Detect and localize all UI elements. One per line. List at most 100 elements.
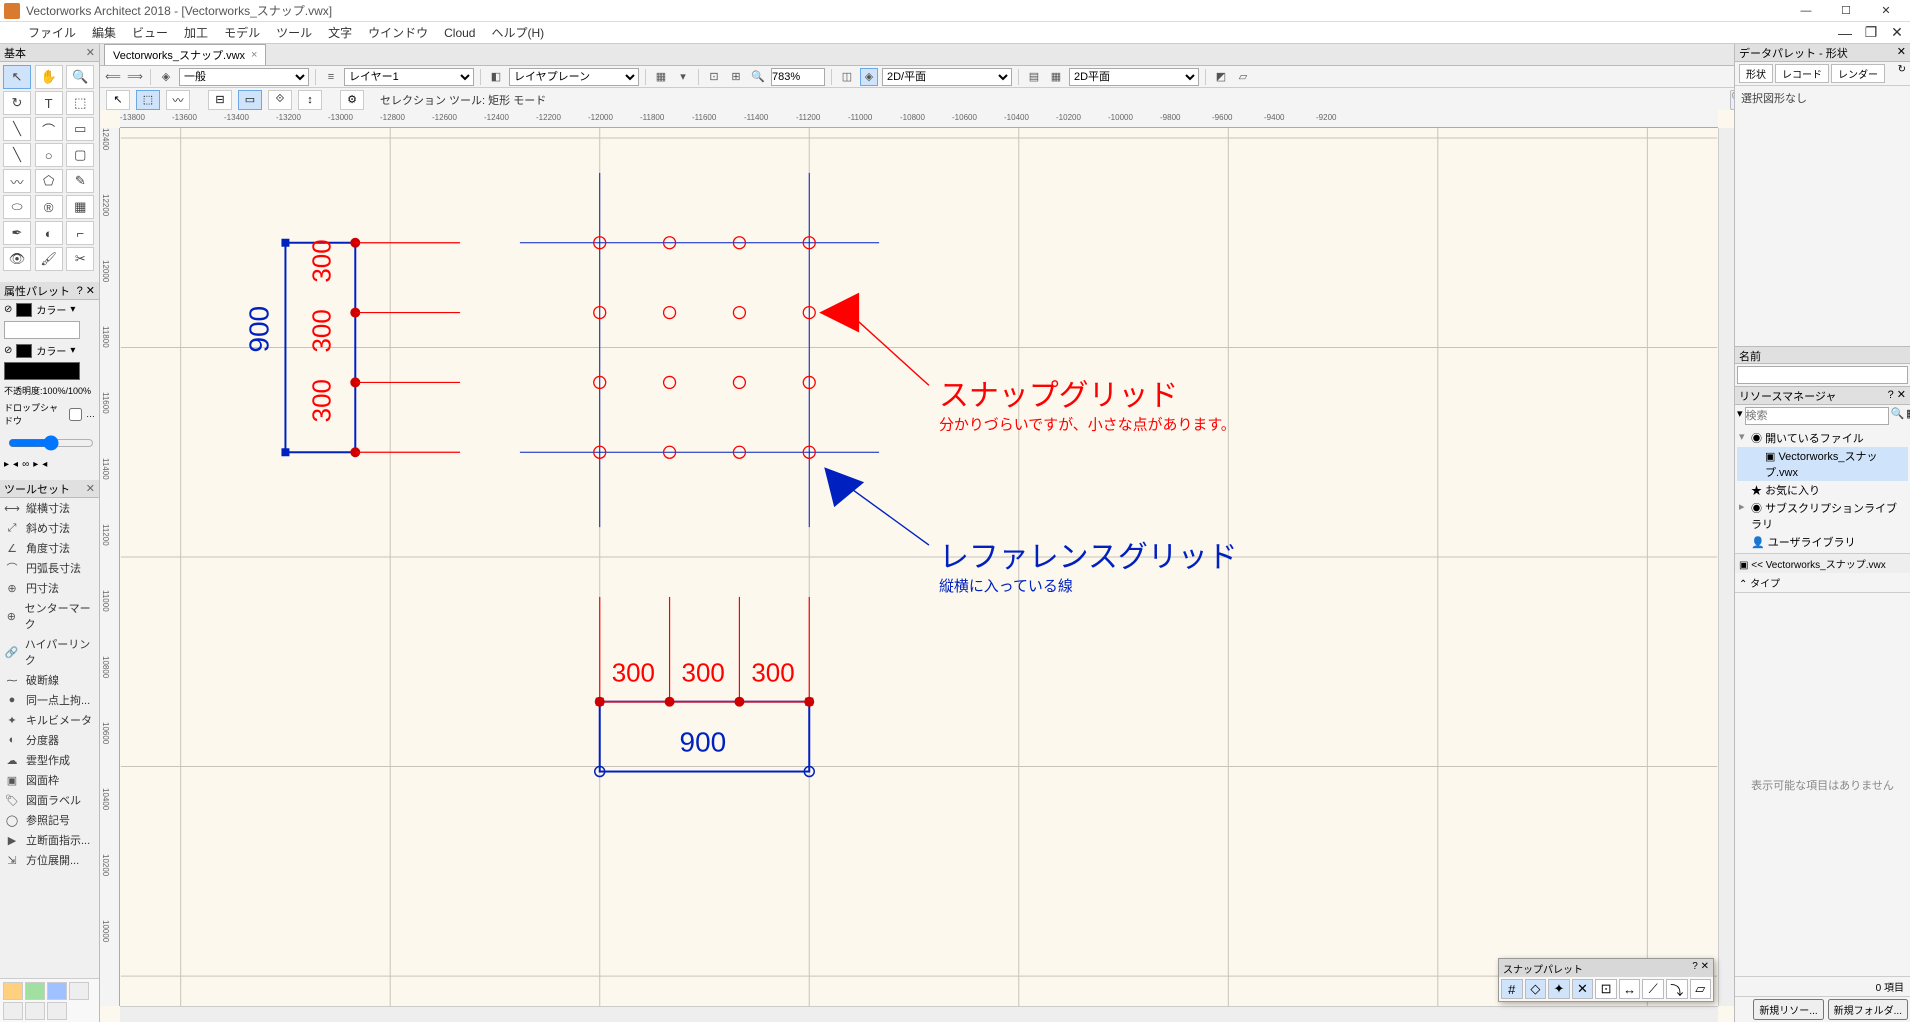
spiral-tool[interactable]: ® (35, 195, 63, 219)
snap-working-plane-icon[interactable]: ▱ (1690, 979, 1712, 999)
mirror-tool[interactable]: ◐ (35, 221, 63, 245)
doc-restore-button[interactable]: ❐ (1858, 23, 1884, 43)
fill-dropdown-icon[interactable]: ▾ (70, 304, 75, 315)
circle-tool[interactable]: ○ (35, 143, 63, 167)
toolset-cat-building[interactable] (3, 982, 23, 1000)
perspective-icon[interactable]: ▱ (1234, 68, 1252, 86)
basic-palette-close-icon[interactable]: ✕ (86, 46, 95, 59)
standard-view-select[interactable]: 2D/平面 (882, 68, 1012, 86)
polyline-tool[interactable]: 〰 (3, 169, 31, 193)
zoom-tool[interactable]: 🔍 (66, 65, 94, 89)
toolset-item[interactable]: ◐分度器 (0, 730, 99, 750)
projection-icon[interactable]: ◩ (1212, 68, 1230, 86)
rect-tool[interactable]: ▭ (66, 117, 94, 141)
toolset-item[interactable]: ⌒円弧長寸法 (0, 558, 99, 578)
toolset-item[interactable]: ⊕円寸法 (0, 578, 99, 598)
saved-view-icon[interactable]: ▦ (652, 68, 670, 86)
locus-tool[interactable]: ▦ (66, 195, 94, 219)
zoom-icon[interactable]: 🔍 (749, 68, 767, 86)
fillet-tool[interactable]: ⌐ (66, 221, 94, 245)
marker-end-icon[interactable]: ◂ (42, 459, 47, 470)
snap-distance-icon[interactable]: ↔ (1619, 979, 1641, 999)
toolset-item[interactable]: 🔗ハイパーリンク (0, 634, 99, 670)
snap-intersect-icon[interactable]: ✕ (1572, 979, 1594, 999)
eyedropper-tool[interactable]: ✒ (3, 221, 31, 245)
fill-swatch[interactable] (16, 303, 32, 317)
render-bg-icon[interactable]: ▦ (1047, 68, 1065, 86)
unified-view-icon[interactable]: ◫ (838, 68, 856, 86)
snap-palette[interactable]: スナップパレット? ✕ # ◇ ✦ ✕ ⊡ ↔ ⟋ ⤵ ▱ (1498, 958, 1714, 1002)
selection-tool[interactable]: ↖ (3, 65, 31, 89)
arc-tool[interactable]: ⌒ (35, 117, 63, 141)
mode-lasso-icon[interactable]: 〰 (166, 90, 190, 110)
menu-help[interactable]: ヘルプ(H) (483, 22, 552, 44)
clip-tool[interactable]: ✂ (66, 247, 94, 271)
marker-next-icon[interactable]: ▸ (33, 459, 38, 470)
tree-subscription[interactable]: ▸◉ サブスクリプションライブラリ (1737, 499, 1908, 533)
snap-close-icon[interactable]: ✕ (1701, 961, 1709, 972)
menu-view[interactable]: ビュー (124, 22, 176, 44)
menu-model[interactable]: モデル (216, 22, 268, 44)
horizontal-scrollbar[interactable] (120, 1006, 1718, 1022)
mode-interactive-icon[interactable]: ⟐ (268, 90, 292, 110)
toolset-item[interactable]: ⇲方位展開... (0, 850, 99, 870)
round-rect-tool[interactable]: ▢ (66, 143, 94, 167)
attr-picker-tool[interactable]: 🖌 (35, 247, 63, 271)
mode-wall-icon[interactable]: ▭ (238, 90, 262, 110)
toolset-item[interactable]: ☁雲型作成 (0, 750, 99, 770)
toolset-cat-6[interactable] (25, 1002, 45, 1020)
class-select[interactable]: 一般 (179, 68, 309, 86)
snap-help-icon[interactable]: ? (1692, 961, 1698, 972)
rmgr-type-toggle-icon[interactable]: ⌃ (1739, 579, 1747, 590)
toolset-item[interactable]: ▣図面枠 (0, 770, 99, 790)
flyover-tool[interactable]: ↻ (3, 91, 31, 115)
object-name-input[interactable] (1737, 366, 1908, 384)
snap-angle-icon[interactable]: ✦ (1548, 979, 1570, 999)
toolset-item[interactable]: ⁓破断線 (0, 670, 99, 690)
tree-current-file[interactable]: ▣ Vectorworks_スナップ.vwx (1737, 447, 1908, 481)
resource-mgr-help-icon[interactable]: ? ✕ (1888, 388, 1906, 403)
minimize-button[interactable]: — (1786, 0, 1826, 22)
data-palette-close-icon[interactable]: ✕ (1897, 45, 1906, 60)
zoom-input[interactable] (771, 68, 825, 86)
text-tool[interactable]: T (35, 91, 63, 115)
rmgr-search-input[interactable] (1745, 407, 1889, 425)
vertical-scrollbar[interactable] (1718, 128, 1734, 1006)
toolset-close-icon[interactable]: ✕ (86, 482, 95, 495)
tab-close-icon[interactable]: × (251, 49, 257, 61)
marker-prev-icon[interactable]: ◂ (13, 459, 18, 470)
attr-help-icon[interactable]: ? ✕ (77, 284, 95, 297)
marker-start-icon[interactable]: ▸ (4, 459, 9, 470)
pen-swatch[interactable] (16, 344, 32, 358)
render-mode-icon[interactable]: ▤ (1025, 68, 1043, 86)
document-tab[interactable]: Vectorworks_スナップ.vwx × (104, 44, 266, 65)
freehand-tool[interactable]: ✎ (66, 169, 94, 193)
toolset-item[interactable]: ⊕センターマーク (0, 598, 99, 634)
doc-close-button[interactable]: ✕ (1884, 23, 1910, 43)
menu-window[interactable]: ウインドウ (360, 22, 436, 44)
tree-open-files[interactable]: ▾◉ 開いているファイル (1737, 429, 1908, 447)
toolset-item[interactable]: ●同一点上拘... (0, 690, 99, 710)
menu-tool[interactable]: ツール (268, 22, 320, 44)
fill-value-input[interactable] (4, 321, 80, 339)
drawing-canvas[interactable]: 300 300 300 900 スナップグリッド 分かりづらいですが、小さな点が… (120, 128, 1718, 1006)
plane-icon[interactable]: ◧ (487, 68, 505, 86)
pan-tool[interactable]: ✋ (35, 65, 63, 89)
menu-cloud[interactable]: Cloud (436, 22, 483, 44)
pen-dropdown-icon[interactable]: ▾ (70, 345, 75, 356)
callout-tool[interactable]: ⬚ (66, 91, 94, 115)
tree-user-lib[interactable]: 👤 ユーザライブラリ (1737, 533, 1908, 551)
toolset-cat-site[interactable] (25, 982, 45, 1000)
mode-cursor-icon[interactable]: ↖ (106, 90, 130, 110)
mode-rect-select-icon[interactable]: ⬚ (136, 90, 160, 110)
dropshadow-checkbox[interactable] (69, 408, 82, 421)
mode-move-icon[interactable]: ↕ (298, 90, 322, 110)
marker-link-icon[interactable]: ∞ (22, 459, 29, 470)
rotate-plan-icon[interactable]: ◈ (860, 68, 878, 86)
maximize-button[interactable]: ☐ (1826, 0, 1866, 22)
data-tab-render[interactable]: レンダー (1831, 64, 1885, 83)
toolset-item[interactable]: ⟷縦横寸法 (0, 498, 99, 518)
line2-tool[interactable]: ╲ (3, 143, 31, 167)
rmgr-view-icon[interactable]: ▦ (1906, 407, 1910, 425)
tree-favorites[interactable]: ★ お気に入り (1737, 481, 1908, 499)
